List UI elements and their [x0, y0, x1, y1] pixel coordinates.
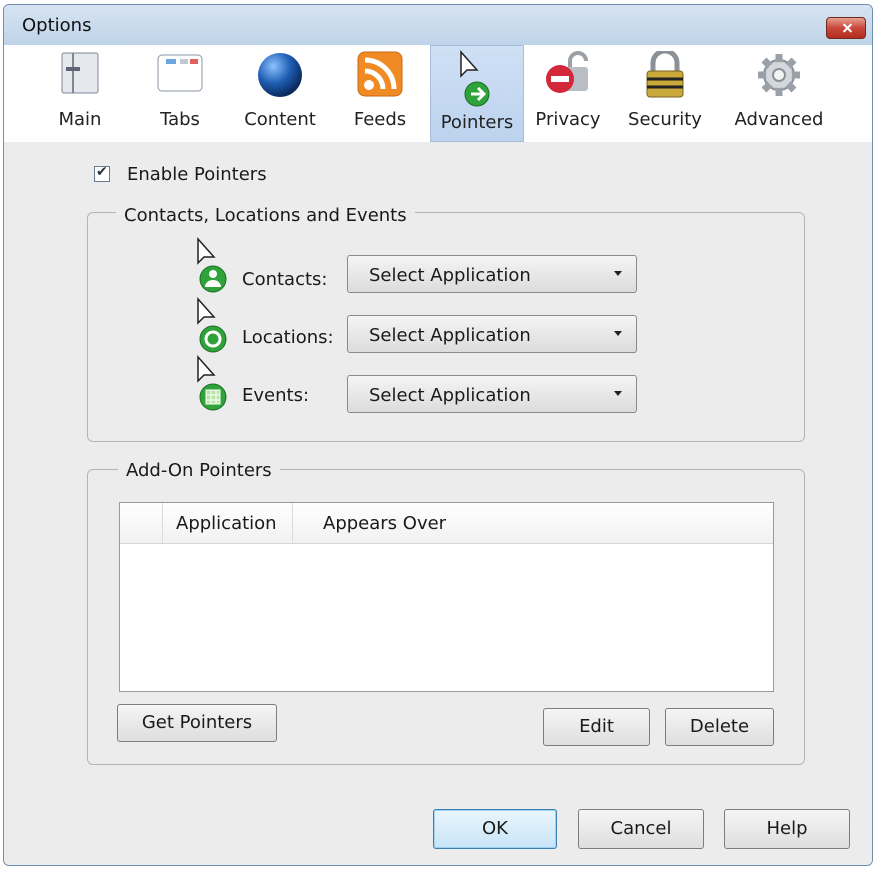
- column-application[interactable]: Application: [176, 513, 277, 534]
- gear-icon: [758, 54, 800, 96]
- group-legend: Add-On Pointers: [118, 460, 280, 481]
- events-select-value: Select Application: [369, 385, 531, 406]
- contacts-locations-events-group: Contacts, Locations and Events Contacts:…: [87, 205, 805, 442]
- column-appears-over[interactable]: Appears Over: [323, 513, 446, 534]
- help-button[interactable]: Help: [724, 809, 850, 849]
- tab-tabs-label: Tabs: [160, 109, 200, 130]
- rss-icon: [357, 51, 403, 97]
- tabs-icon: [157, 54, 203, 92]
- close-button[interactable]: [826, 17, 866, 39]
- event-pointer-icon: [197, 355, 227, 411]
- locations-label: Locations:: [242, 327, 334, 348]
- tab-privacy[interactable]: Privacy: [526, 45, 610, 142]
- tab-main[interactable]: Main: [40, 45, 120, 142]
- cancel-button[interactable]: Cancel: [578, 809, 704, 849]
- tab-pointers-label: Pointers: [440, 112, 514, 133]
- tab-content-label: Content: [244, 109, 316, 130]
- tab-feeds-label: Feeds: [353, 109, 407, 130]
- options-dialog: Options Main Tabs Content Feeds Pointers…: [3, 4, 873, 866]
- locations-select-value: Select Application: [369, 325, 531, 346]
- privacy-icon: [546, 51, 588, 93]
- contacts-select-value: Select Application: [369, 265, 531, 286]
- tab-tabs[interactable]: Tabs: [140, 45, 220, 142]
- location-pointer-icon: [197, 297, 227, 353]
- tab-advanced-label: Advanced: [734, 109, 824, 130]
- add-on-pointers-table[interactable]: Application Appears Over: [119, 502, 774, 692]
- tab-advanced[interactable]: Advanced: [726, 45, 832, 142]
- padlock-icon: [646, 51, 684, 98]
- tab-privacy-label: Privacy: [535, 109, 601, 130]
- tab-toolbar: Main Tabs Content Feeds Pointers Privacy…: [4, 45, 872, 143]
- tab-main-label: Main: [58, 109, 102, 130]
- tab-content[interactable]: Content: [230, 45, 330, 142]
- dropdown-arrow-icon: [614, 271, 622, 276]
- contact-pointer-icon: [197, 237, 227, 293]
- tab-feeds[interactable]: Feeds: [340, 45, 420, 142]
- window-title: Options: [22, 15, 92, 36]
- tab-pointers[interactable]: Pointers: [430, 45, 524, 142]
- group-legend: Contacts, Locations and Events: [116, 205, 415, 226]
- table-header: Application Appears Over: [120, 503, 773, 544]
- title-bar[interactable]: Options: [4, 5, 872, 45]
- contacts-label: Contacts:: [242, 269, 328, 290]
- column-separator: [292, 503, 293, 543]
- locations-select[interactable]: Select Application: [347, 315, 637, 353]
- delete-button[interactable]: Delete: [665, 708, 774, 746]
- tab-security[interactable]: Security: [620, 45, 710, 142]
- main-icon: [61, 52, 99, 94]
- tab-security-label: Security: [628, 109, 702, 130]
- enable-pointers-checkbox[interactable]: [94, 164, 110, 182]
- ok-button[interactable]: OK: [433, 809, 557, 849]
- get-pointers-button[interactable]: Get Pointers: [117, 704, 277, 742]
- dropdown-arrow-icon: [614, 331, 622, 336]
- globe-icon: [258, 53, 302, 97]
- events-label: Events:: [242, 385, 310, 406]
- contacts-select[interactable]: Select Application: [347, 255, 637, 293]
- edit-button[interactable]: Edit: [543, 708, 650, 746]
- enable-pointers-label: Enable Pointers: [127, 164, 267, 185]
- dropdown-arrow-icon: [614, 391, 622, 396]
- events-select[interactable]: Select Application: [347, 375, 637, 413]
- pointer-arrow-icon: [460, 50, 490, 107]
- pointers-panel: Enable Pointers Contacts, Locations and …: [4, 142, 872, 865]
- column-separator: [162, 503, 163, 543]
